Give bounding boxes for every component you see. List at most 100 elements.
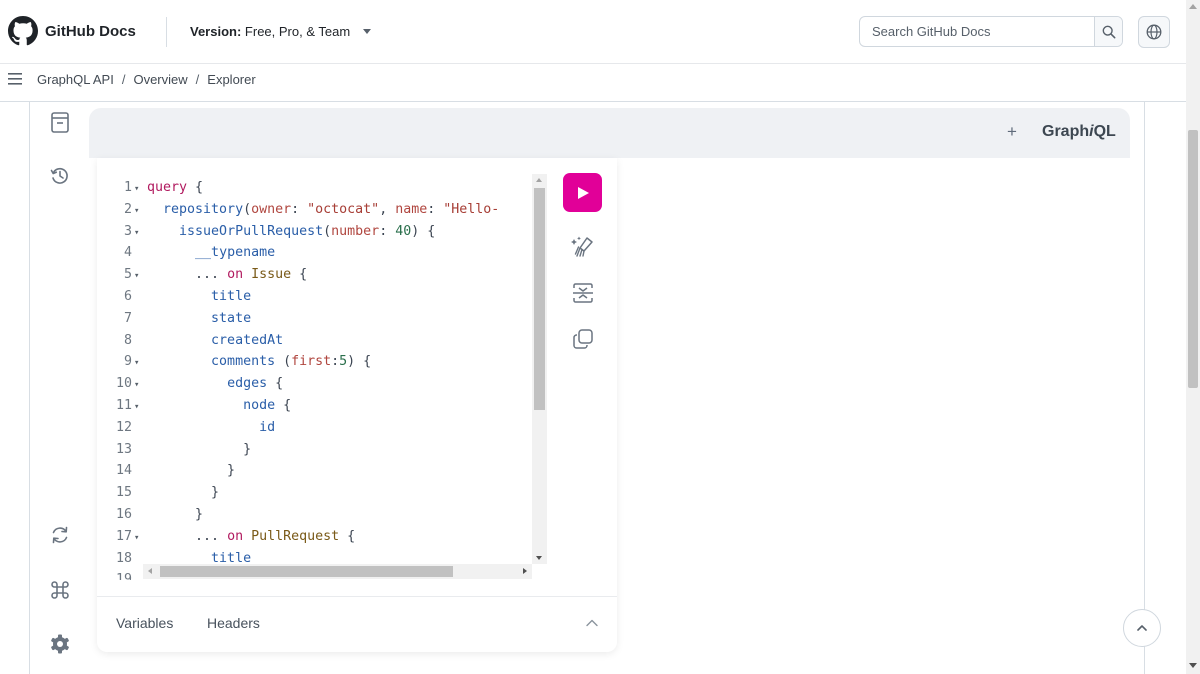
fold-caret-icon[interactable]: ▾ (134, 178, 139, 200)
code-line[interactable]: 10 ▾ edges { (106, 373, 534, 395)
chevron-up-icon[interactable] (585, 616, 599, 630)
code-text: query { (147, 177, 203, 199)
scroll-left-arrow-icon[interactable] (148, 568, 152, 574)
scrollbar-thumb[interactable] (1188, 130, 1198, 388)
code-token: { (275, 398, 292, 413)
query-editor[interactable]: 1 ▾ query {2 ▾ repository(owner: "octocat",… (106, 174, 547, 580)
line-number: 3 (123, 223, 132, 239)
search-button[interactable] (1094, 17, 1122, 46)
keyboard-shortcuts-button[interactable] (49, 579, 71, 601)
breadcrumb-item-graphql-api[interactable]: GraphQL API (37, 72, 114, 87)
search-input[interactable] (860, 17, 1094, 46)
code-token: { (267, 376, 284, 392)
site-brand[interactable]: GitHub Docs (45, 23, 136, 40)
refetch-schema-button[interactable] (49, 524, 71, 546)
editor-vertical-scrollbar[interactable] (532, 174, 547, 564)
github-logo-icon[interactable] (8, 16, 38, 46)
fold-caret-icon[interactable]: ▾ (134, 352, 139, 374)
code-line[interactable]: 16 } (106, 504, 534, 526)
code-line[interactable]: 7 state (106, 308, 534, 330)
site-header: GitHub Docs Version: Free, Pro, & Team (0, 0, 1186, 64)
breadcrumb-item-explorer[interactable]: Explorer (207, 72, 255, 87)
content-frame-left-border (29, 102, 30, 674)
code-token: createdAt (211, 332, 284, 348)
code-line[interactable]: 5 ▾ ... on Issue { (106, 264, 534, 286)
code-token: ( (243, 201, 252, 217)
code-token: : (379, 223, 396, 239)
scroll-right-arrow-icon[interactable] (523, 568, 527, 574)
code-line[interactable]: 11 ▾ node { (106, 395, 534, 417)
settings-button[interactable] (49, 633, 71, 655)
copy-icon (573, 329, 593, 349)
code-line[interactable]: 14 } (106, 460, 534, 482)
line-number: 6 (123, 289, 132, 304)
editor-horizontal-scrollbar[interactable] (143, 564, 532, 579)
header-divider (166, 17, 167, 47)
tab-variables[interactable]: Variables (116, 615, 173, 631)
version-picker[interactable]: Version: Free, Pro, & Team (190, 24, 371, 39)
scroll-down-arrow-icon[interactable] (1189, 663, 1197, 668)
scroll-up-arrow-icon[interactable] (536, 178, 542, 182)
breadcrumb-separator: / (121, 72, 126, 87)
back-to-top-button[interactable] (1123, 609, 1161, 647)
docs-icon (51, 111, 69, 133)
copy-query-button[interactable] (571, 327, 595, 351)
fold-caret-icon[interactable]: ▾ (134, 222, 139, 244)
hamburger-menu-icon[interactable] (8, 73, 22, 85)
code-line[interactable]: 9 ▾ comments (first:5) { (106, 351, 534, 373)
code-token: state (211, 310, 252, 326)
code-text: ... on Issue { (147, 264, 307, 286)
tab-headers[interactable]: Headers (207, 615, 260, 631)
code-line[interactable]: 3 ▾ issueOrPullRequest(number: 40) { (106, 221, 534, 243)
code-line[interactable]: 12 id (106, 417, 534, 439)
fold-caret-icon[interactable]: ▾ (134, 374, 139, 396)
fold-caret-icon[interactable]: ▾ (134, 265, 139, 287)
fold-caret-icon[interactable]: ▾ (134, 527, 139, 549)
code-line[interactable]: 8 createdAt (106, 330, 534, 352)
language-picker-button[interactable] (1138, 16, 1170, 48)
history-button[interactable] (49, 165, 71, 187)
fold-caret-icon[interactable]: ▾ (134, 200, 139, 222)
code-line[interactable]: 17 ▾ ... on PullRequest { (106, 526, 534, 548)
code-token: ... (147, 267, 228, 283)
scroll-down-arrow-icon[interactable] (536, 556, 542, 560)
content-frame-right-border (1144, 102, 1145, 674)
code-line[interactable]: 13 } (106, 439, 534, 461)
code-text: } (147, 482, 219, 504)
merge-fragments-button[interactable] (571, 281, 595, 305)
code-token: "octocat" (307, 201, 380, 217)
fold-caret-icon[interactable]: ▾ (134, 396, 139, 418)
code-text: node { (147, 395, 291, 417)
search-icon (1102, 25, 1115, 38)
line-number: 8 (123, 332, 132, 348)
code-token: } (147, 507, 204, 522)
code-line[interactable]: 2 ▾ repository(owner: "octocat", name: "H… (106, 199, 534, 221)
editor-tools-divider (97, 596, 617, 597)
page-scrollbar[interactable] (1186, 0, 1200, 674)
prettify-query-button[interactable] (571, 234, 595, 258)
execute-query-button[interactable] (563, 173, 602, 212)
code-text: id (147, 417, 275, 439)
code-line[interactable]: 6 title (106, 286, 534, 308)
breadcrumb-item-overview[interactable]: Overview (133, 72, 187, 87)
line-number: 7 (123, 310, 132, 326)
code-line[interactable]: 1 ▾ query { (106, 177, 534, 199)
scrollbar-thumb[interactable] (534, 188, 545, 410)
docs-explorer-button[interactable] (49, 111, 71, 133)
scrollbar-thumb[interactable] (160, 566, 453, 577)
version-label: Version: (190, 24, 242, 39)
code-text: } (147, 439, 251, 461)
breadcrumb-bar: GraphQL API / Overview / Explorer (0, 64, 1186, 102)
code-token: edges (227, 376, 268, 392)
refetch-schema-icon (52, 526, 68, 544)
code-line[interactable]: 4 __typename (106, 242, 534, 264)
settings-icon (51, 634, 69, 654)
add-tab-button[interactable]: + (1007, 122, 1017, 142)
scroll-up-arrow-icon[interactable] (1189, 4, 1197, 9)
code-line[interactable]: 15 } (106, 482, 534, 504)
